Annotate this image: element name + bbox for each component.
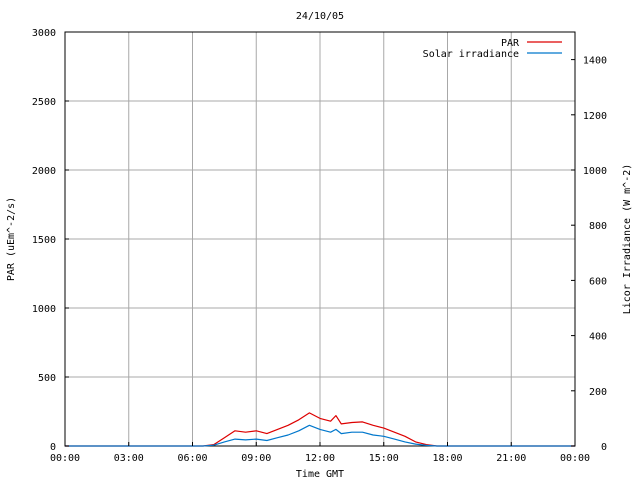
x-tick-label: 12:00 <box>305 453 335 464</box>
x-tick-label: 15:00 <box>369 453 399 464</box>
y-tick-label-left: 500 <box>38 373 56 384</box>
y-tick-label-right: 800 <box>589 221 607 232</box>
x-axis-title: Time GMT <box>296 469 344 480</box>
y-tick-label-left: 0 <box>50 442 56 453</box>
y-tick-label-right: 0 <box>601 442 607 453</box>
y-tick-label-left: 2000 <box>32 166 56 177</box>
x-tick-label: 06:00 <box>177 453 207 464</box>
y-axis-title-right: Licor Irradiance (W m^-2) <box>622 164 633 315</box>
y-axis-title-left: PAR (uEm^-2/s) <box>6 197 17 281</box>
y-tick-label-left: 1000 <box>32 304 56 315</box>
y-tick-label-right: 1200 <box>583 111 607 122</box>
x-tick-label: 00:00 <box>560 453 590 464</box>
y-tick-label-left: 2500 <box>32 97 56 108</box>
x-tick-label: 03:00 <box>114 453 144 464</box>
chart-container: 00:00 03:00 06:00 09:00 12:00 15:00 18:00 21:00… <box>0 0 640 480</box>
y-tick-label-right: 400 <box>589 332 607 343</box>
x-tick-label: 09:00 <box>241 453 271 464</box>
tick-layer: 00:00 03:00 06:00 09:00 12:00 15:00 18:00 21:00… <box>32 28 607 464</box>
y-tick-label-right: 1000 <box>583 166 607 177</box>
y-tick-label-right: 600 <box>589 276 607 287</box>
y-tick-label-left: 3000 <box>32 28 56 39</box>
x-tick-label: 00:00 <box>50 453 80 464</box>
legend: PAR Solar irradiance <box>423 38 562 60</box>
legend-label-solar-irradiance: Solar irradiance <box>423 49 519 60</box>
y-tick-label-right: 200 <box>589 387 607 398</box>
grid-layer <box>65 32 575 446</box>
x-tick-label: 21:00 <box>496 453 526 464</box>
y-tick-label-right: 1400 <box>583 56 607 67</box>
line-chart: 00:00 03:00 06:00 09:00 12:00 15:00 18:00 21:00… <box>6 11 633 480</box>
x-tick-label: 18:00 <box>432 453 462 464</box>
chart-title: 24/10/05 <box>296 11 344 22</box>
y-tick-label-left: 1500 <box>32 235 56 246</box>
legend-label-par: PAR <box>501 38 520 49</box>
